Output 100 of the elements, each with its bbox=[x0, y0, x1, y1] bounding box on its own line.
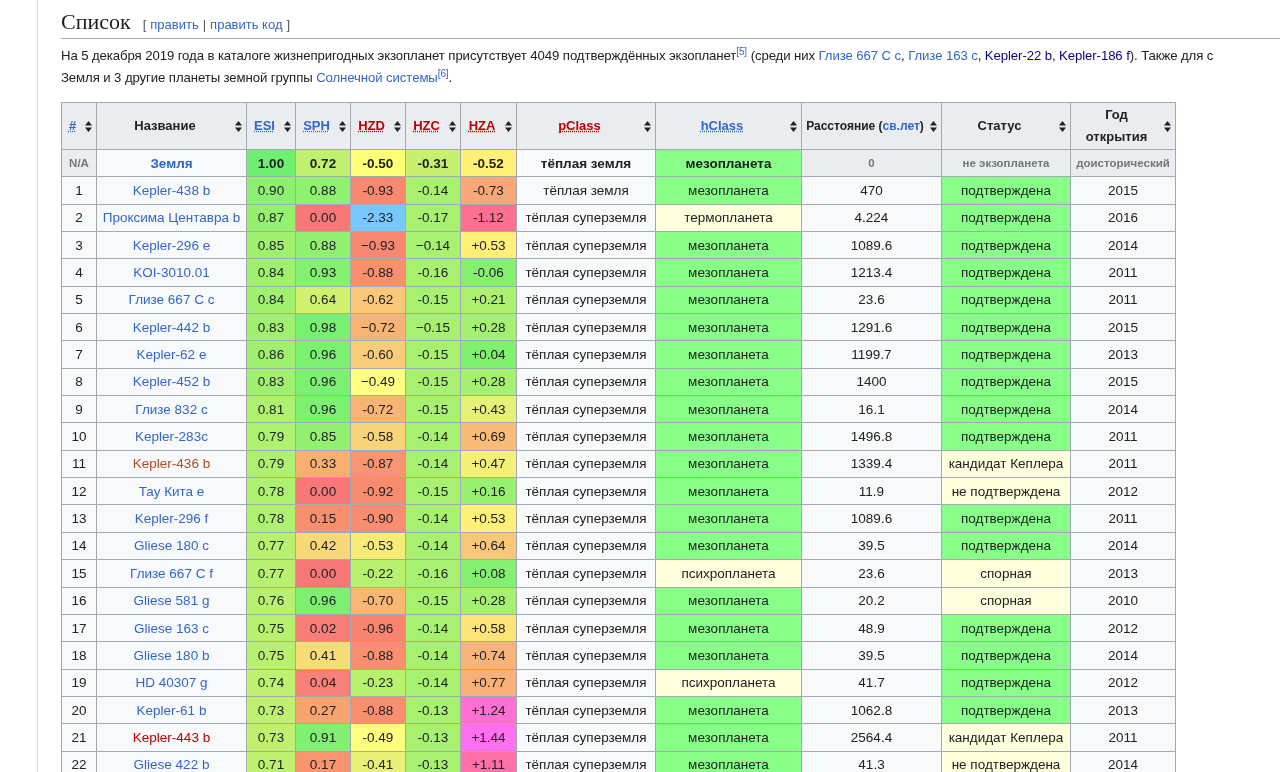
table-cell: 10 bbox=[61, 422, 97, 451]
table-cell: 2014 bbox=[1070, 395, 1176, 423]
column-link[interactable]: # bbox=[68, 118, 77, 133]
table-cell: подтверждена bbox=[941, 176, 1071, 205]
section-heading: Список bbox=[61, 8, 131, 36]
article-link[interactable]: Kepler-186 f bbox=[1059, 48, 1130, 63]
table-cell: подтверждена bbox=[941, 204, 1071, 232]
table-cell: мезопланета bbox=[655, 723, 802, 752]
column-header[interactable]: ESI bbox=[246, 102, 296, 150]
column-header[interactable]: Год открытия bbox=[1070, 102, 1176, 150]
table-cell: 2011 bbox=[1070, 258, 1176, 287]
column-link[interactable]: HZA bbox=[468, 118, 496, 133]
column-link[interactable]: hClass bbox=[700, 118, 744, 133]
unit-link[interactable]: св.лет bbox=[882, 119, 920, 133]
table-cell: мезопланета bbox=[655, 450, 802, 478]
column-link[interactable]: SPH bbox=[303, 118, 330, 133]
column-header[interactable]: Название bbox=[96, 102, 247, 150]
punctuation: | bbox=[202, 17, 207, 32]
table-cell: мезопланета bbox=[655, 176, 802, 205]
sort-icon[interactable] bbox=[449, 120, 456, 132]
table-cell: 16 bbox=[61, 587, 97, 615]
table-cell: мезопланета bbox=[655, 504, 802, 533]
column-header[interactable]: SPH bbox=[295, 102, 351, 150]
table-cell: 2011 bbox=[1070, 422, 1176, 451]
sort-icon[interactable] bbox=[1164, 120, 1171, 132]
table-cell: 14 bbox=[61, 532, 97, 560]
table-cell: 9 bbox=[61, 395, 97, 423]
column-link[interactable]: ESI bbox=[254, 118, 275, 133]
sort-icon[interactable] bbox=[394, 120, 401, 132]
article-link[interactable]: Солнечной системы bbox=[316, 70, 438, 85]
table-cell: подтверждена bbox=[941, 696, 1071, 724]
planet-link[interactable]: Земля bbox=[150, 155, 193, 171]
column-header[interactable]: HZD bbox=[350, 102, 406, 150]
column-header[interactable]: pClass bbox=[516, 102, 656, 150]
table-cell: тёплая суперземля bbox=[516, 477, 656, 505]
table-cell: тёплая суперземля bbox=[516, 286, 656, 314]
table-cell: тёплая суперземля bbox=[516, 559, 656, 587]
sort-icon[interactable] bbox=[339, 120, 346, 132]
table-cell: 48.9 bbox=[801, 614, 942, 642]
table-cell: тёплая суперземля bbox=[516, 340, 656, 369]
table-cell: тёплая суперземля bbox=[516, 641, 656, 670]
table-cell: 2015 bbox=[1070, 176, 1176, 205]
table-cell: тёплая суперземля bbox=[516, 587, 656, 615]
table-cell: 16.1 bbox=[801, 395, 942, 423]
table-cell: мезопланета bbox=[655, 149, 802, 177]
column-header[interactable]: HZA bbox=[460, 102, 517, 150]
table-cell: тёплая суперземля bbox=[516, 395, 656, 423]
table-cell: тёплая суперземля bbox=[516, 504, 656, 533]
edit-link[interactable]: править bbox=[150, 17, 199, 32]
table-cell: тёплая суперземля bbox=[516, 532, 656, 560]
article-link[interactable]: Kepler-22 b bbox=[984, 48, 1052, 63]
table-cell: подтверждена bbox=[941, 669, 1071, 697]
table-cell: 19 bbox=[61, 669, 97, 697]
table-cell: 2 bbox=[61, 204, 97, 232]
table-cell: 1062.8 bbox=[801, 696, 942, 724]
table-cell: 470 bbox=[801, 176, 942, 205]
column-link[interactable]: HZC bbox=[413, 118, 440, 133]
table-cell: 18 bbox=[61, 641, 97, 670]
column-link[interactable]: HZD bbox=[358, 118, 385, 133]
column-link[interactable]: pClass bbox=[558, 118, 601, 133]
column-header[interactable]: Статус bbox=[941, 102, 1071, 150]
table-cell: 2011 bbox=[1070, 286, 1176, 314]
column-header[interactable]: # bbox=[61, 102, 97, 150]
table-cell: тёплая земля bbox=[516, 176, 656, 205]
article-link[interactable]: Глизе 163 c bbox=[908, 48, 978, 63]
table-cell: 20.2 bbox=[801, 587, 942, 615]
table-cell: спорная bbox=[941, 559, 1071, 587]
table-cell: тёплая суперземля bbox=[516, 368, 656, 396]
table-cell: тёплая суперземля bbox=[516, 614, 656, 642]
sort-icon[interactable] bbox=[1059, 120, 1066, 132]
table-cell: тёплая суперземля bbox=[516, 258, 656, 287]
table-cell: мезопланета bbox=[655, 231, 802, 259]
sort-icon[interactable] bbox=[790, 120, 797, 132]
table-cell: 2014 bbox=[1070, 641, 1176, 670]
reference-link[interactable]: [5] bbox=[736, 45, 748, 57]
table-cell: 12 bbox=[61, 477, 97, 505]
column-header[interactable]: Расстояние (св.лет) bbox=[801, 102, 942, 150]
table-cell: 2013 bbox=[1070, 559, 1176, 587]
table-cell: 2011 bbox=[1070, 504, 1176, 533]
table-cell: подтверждена bbox=[941, 422, 1071, 451]
column-header[interactable]: hClass bbox=[655, 102, 802, 150]
reference-link[interactable]: [6] bbox=[437, 67, 449, 79]
table-cell: мезопланета bbox=[655, 340, 802, 369]
sort-icon[interactable] bbox=[235, 120, 242, 132]
sort-icon[interactable] bbox=[284, 120, 291, 132]
edit-link[interactable]: править код bbox=[210, 17, 283, 32]
sort-icon[interactable] bbox=[930, 120, 937, 132]
table-cell: подтверждена bbox=[941, 313, 1071, 341]
sort-icon[interactable] bbox=[505, 120, 512, 132]
table-cell: 2014 bbox=[1070, 231, 1176, 259]
table-cell: 4 bbox=[61, 258, 97, 287]
column-header[interactable]: HZC bbox=[405, 102, 461, 150]
table-cell: 11.9 bbox=[801, 477, 942, 505]
table-cell: 2013 bbox=[1070, 696, 1176, 724]
sort-icon[interactable] bbox=[644, 120, 651, 132]
table-cell: 0 bbox=[801, 149, 942, 177]
sort-icon[interactable] bbox=[85, 120, 92, 132]
table-cell: 1400 bbox=[801, 368, 942, 396]
table-cell: 2016 bbox=[1070, 204, 1176, 232]
table-cell: 2015 bbox=[1070, 368, 1176, 396]
